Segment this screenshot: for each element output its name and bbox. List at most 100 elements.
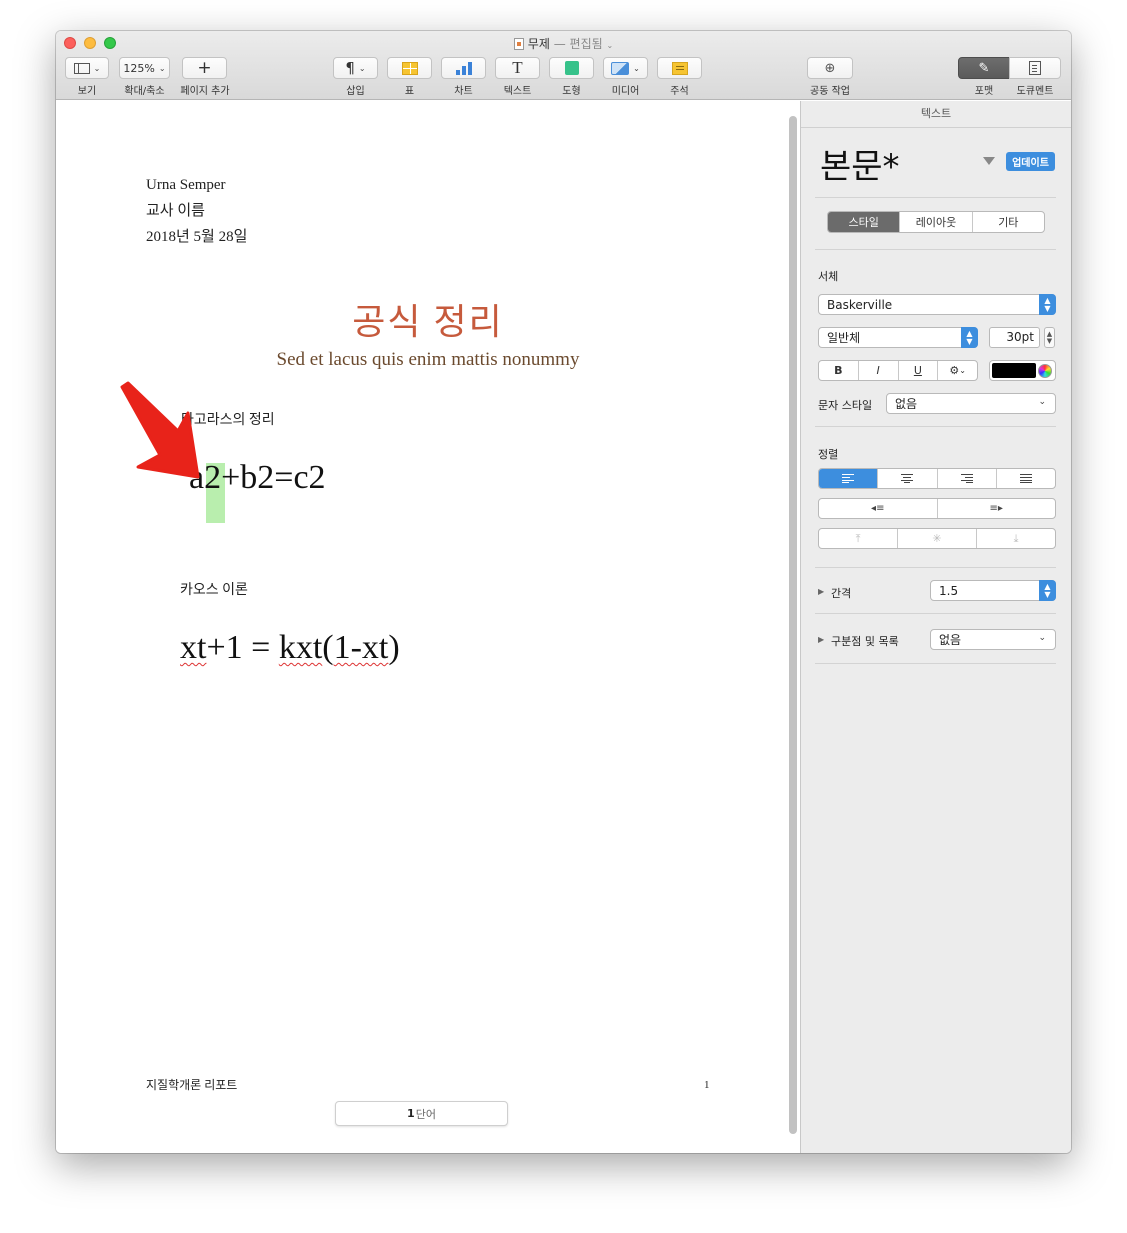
vertical-scrollbar[interactable]: [789, 116, 797, 1134]
align-justify-button[interactable]: [997, 469, 1055, 488]
zoom-value: 125%: [123, 61, 155, 75]
format-inspector: 텍스트 본문* 업데이트 스타일 레이아웃 기타 서체 Baskerville …: [800, 101, 1071, 1153]
page-number: 1: [704, 1079, 710, 1091]
divider: [815, 613, 1056, 614]
insert-button[interactable]: ¶ ⌄: [333, 57, 378, 79]
align-center-button[interactable]: [878, 469, 938, 488]
align-left-button[interactable]: [819, 469, 879, 488]
pilcrow-icon: ¶: [345, 59, 355, 77]
disclosure-triangle-icon[interactable]: ▶: [818, 635, 824, 644]
document-canvas[interactable]: Urna Semper 교사 이름 2018년 5월 28일 공식 정리 Sed…: [56, 101, 800, 1153]
spacing-label[interactable]: 간격: [831, 585, 851, 601]
align-justify-icon: [1019, 474, 1032, 483]
section-heading-chaos[interactable]: 카오스 이론: [180, 579, 248, 599]
text-options-button[interactable]: ⚙ ⌄: [938, 361, 977, 380]
italic-button[interactable]: I: [859, 361, 899, 380]
misspelled-word: 1-xt: [333, 629, 389, 666]
author-name[interactable]: Urna Semper: [146, 177, 226, 194]
comment-button[interactable]: [657, 57, 702, 79]
table-button[interactable]: [387, 57, 432, 79]
table-label: 표: [404, 86, 415, 97]
color-wheel-icon[interactable]: [1038, 364, 1052, 378]
chart-label: 차트: [454, 86, 473, 97]
media-label: 미디어: [611, 86, 640, 97]
align-bottom-button[interactable]: ⤓: [977, 529, 1055, 548]
increase-indent-button[interactable]: ≡▸: [938, 499, 1056, 518]
indent-icon: ≡▸: [989, 503, 1003, 514]
media-icon: [611, 61, 630, 75]
up-down-chevron-icon: ▲ ▼: [1039, 294, 1056, 315]
collaborate-button[interactable]: ⊕: [807, 57, 853, 79]
chevron-down-icon: ⌄: [1038, 633, 1046, 643]
add-page-button[interactable]: +: [182, 57, 227, 79]
shape-icon: [564, 61, 579, 75]
character-style-value: 없음: [895, 397, 918, 411]
align-middle-button[interactable]: ✳: [898, 529, 977, 548]
footer-text[interactable]: 지질학개론 리포트: [146, 1076, 237, 1093]
tab-layout[interactable]: 레이아웃: [900, 212, 973, 232]
text-button[interactable]: T: [495, 57, 540, 79]
gear-icon: ⚙: [949, 364, 960, 377]
align-top-icon: ⤒: [855, 531, 861, 545]
font-weight-popup[interactable]: 일반체 ▲ ▼: [818, 327, 978, 348]
chevron-down-icon[interactable]: [983, 157, 995, 165]
format-label: 포맷: [974, 86, 994, 97]
align-bottom-icon: ⤓: [1013, 531, 1019, 545]
bold-button[interactable]: B: [819, 361, 859, 380]
document-inspector-button[interactable]: [1009, 57, 1061, 79]
misspelled-word: kxt: [278, 629, 323, 666]
decrease-indent-button[interactable]: ◂≡: [819, 499, 938, 518]
format-button[interactable]: ✎: [958, 57, 1010, 79]
formula-chaos[interactable]: xt+1 = kxt(1-xt): [180, 629, 400, 667]
bullets-label[interactable]: 구분점 및 목록: [831, 633, 899, 649]
indent-group: ◂≡ ≡▸: [818, 498, 1056, 519]
font-size-stepper[interactable]: ▲ ▼: [1044, 327, 1055, 348]
tab-style[interactable]: 스타일: [828, 212, 901, 232]
chevron-down-icon: ⌄: [158, 63, 166, 73]
bullets-popup[interactable]: 없음 ⌄: [930, 629, 1056, 650]
plus-icon: +: [197, 58, 212, 78]
paragraph-style-name[interactable]: 본문*: [820, 139, 900, 188]
font-size-field[interactable]: 30pt: [989, 327, 1040, 348]
align-top-button[interactable]: ⤒: [819, 529, 898, 548]
chevron-down-icon: ⌄: [93, 63, 101, 73]
word-count-indicator[interactable]: 1 단어: [335, 1101, 508, 1126]
font-family-popup[interactable]: Baskerville ▲ ▼: [818, 294, 1056, 315]
teacher-name[interactable]: 교사 이름: [146, 199, 205, 220]
disclosure-triangle-icon[interactable]: ▶: [818, 587, 824, 596]
toolbar: 무제 — 편집됨 ⌄ ⌄ 보기 125% ⌄ 확대/축소 + 페이지 추가 ¶ ⌄ …: [56, 31, 1071, 100]
color-swatch: [992, 363, 1036, 378]
inspector-tab-text[interactable]: 텍스트: [801, 101, 1071, 128]
view-button[interactable]: ⌄: [65, 57, 109, 79]
spacing-popup[interactable]: 1.5 ▲ ▼: [930, 580, 1056, 601]
update-style-button[interactable]: 업데이트: [1006, 152, 1055, 171]
document-date[interactable]: 2018년 5월 28일: [146, 225, 247, 246]
chart-button[interactable]: [441, 57, 486, 79]
chevron-down-icon: ⌄: [959, 366, 966, 375]
collaborate-icon: ⊕: [824, 60, 836, 76]
character-style-popup[interactable]: 없음 ⌄: [886, 393, 1056, 414]
align-right-button[interactable]: [938, 469, 997, 488]
insert-label: 삽입: [346, 86, 365, 97]
zoom-label: 확대/축소: [124, 86, 165, 97]
word-count-number: 1: [407, 1107, 415, 1120]
window-title[interactable]: 무제 — 편집됨 ⌄: [56, 35, 1071, 52]
underline-button[interactable]: U: [899, 361, 939, 380]
pages-window: 무제 — 편집됨 ⌄ ⌄ 보기 125% ⌄ 확대/축소 + 페이지 추가 ¶ ⌄ …: [56, 31, 1071, 1153]
formula-part: (: [322, 629, 334, 666]
shape-button[interactable]: [549, 57, 594, 79]
alignment-group: [818, 468, 1056, 489]
comment-label: 주석: [670, 86, 689, 97]
media-button[interactable]: ⌄: [603, 57, 648, 79]
tab-more[interactable]: 기타: [973, 212, 1044, 232]
divider: [815, 197, 1056, 198]
document-subtitle[interactable]: Sed et lacus quis enim mattis nonummy: [56, 349, 800, 371]
zoom-popup[interactable]: 125% ⌄: [119, 57, 170, 79]
text-color-well[interactable]: [989, 360, 1056, 381]
outdent-icon: ◂≡: [871, 503, 885, 514]
vertical-align-group: ⤒ ✳ ⤓: [818, 528, 1056, 549]
document-title[interactable]: 공식 정리: [56, 293, 800, 345]
chevron-down-icon: ⌄: [1038, 397, 1046, 407]
formula-part: +1 =: [206, 629, 279, 666]
up-down-chevron-icon: ▲ ▼: [961, 327, 978, 348]
